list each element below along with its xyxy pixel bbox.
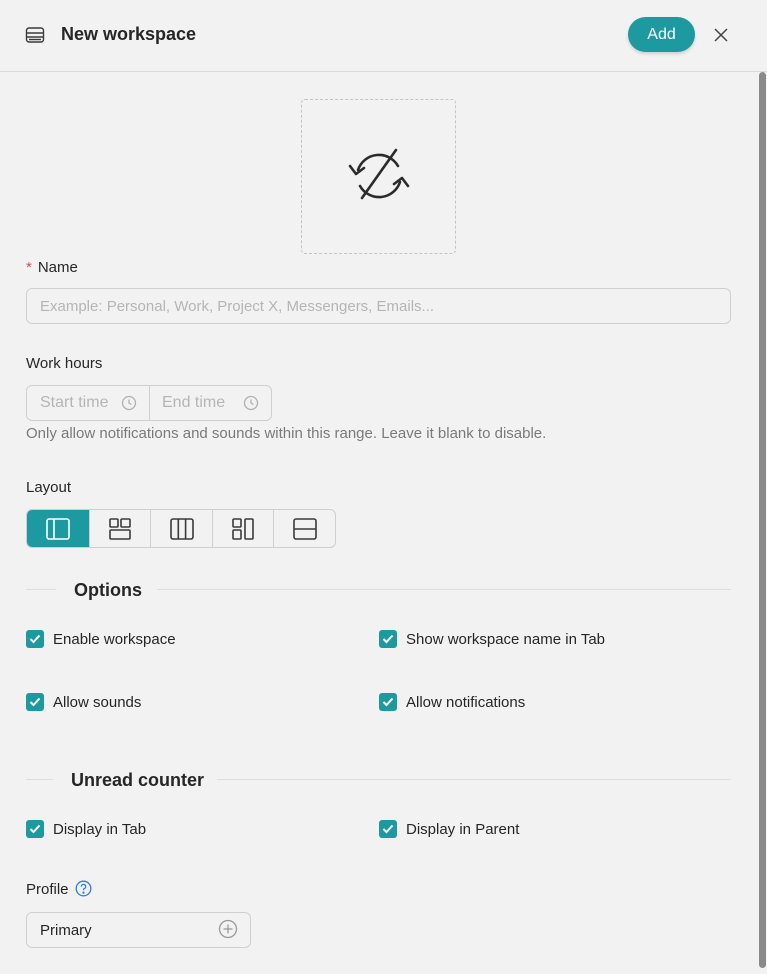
section-divider [26, 589, 56, 590]
checkbox-label: Enable workspace [53, 630, 176, 648]
work-hours-range: Start time End time [26, 385, 272, 421]
profile-label: Profile [26, 881, 69, 898]
profile-value: Primary [40, 922, 92, 939]
allow-notifications-checkbox[interactable]: Allow notifications [379, 693, 525, 711]
checkbox-label: Show workspace name in Tab [406, 630, 605, 648]
workspace-icon-picker[interactable] [301, 99, 456, 254]
layout-option-grid[interactable] [90, 510, 151, 547]
name-input[interactable] [26, 288, 731, 324]
section-divider [217, 779, 731, 780]
layout-option-sidebar[interactable] [27, 510, 90, 547]
section-divider [26, 779, 53, 780]
unread-counter-title: Unread counter [71, 770, 205, 790]
workspace-icon [25, 27, 45, 43]
enable-workspace-checkbox[interactable]: Enable workspace [26, 630, 176, 648]
clock-icon [243, 395, 259, 411]
start-time-field[interactable]: Start time [27, 386, 149, 420]
display-in-parent-checkbox[interactable]: Display in Parent [379, 820, 519, 838]
scrollbar-thumb[interactable] [759, 72, 766, 968]
dialog-title: New workspace [61, 24, 197, 44]
check-icon [29, 824, 41, 834]
layout-option-rows[interactable] [274, 510, 335, 547]
check-icon [29, 634, 41, 644]
layout-rows-icon [292, 517, 317, 540]
work-hours-helper: Only allow notifications and sounds with… [26, 425, 547, 442]
layout-option-split[interactable] [213, 510, 274, 547]
checkbox-label: Allow notifications [406, 693, 526, 711]
display-in-tab-checkbox[interactable]: Display in Tab [26, 820, 146, 838]
check-icon [382, 634, 394, 644]
plus-circle-icon[interactable] [218, 919, 238, 939]
show-name-in-tab-checkbox[interactable]: Show workspace name in Tab [379, 630, 605, 648]
section-divider [157, 589, 731, 590]
checkbox-checked[interactable] [379, 693, 397, 711]
layout-split-icon [232, 517, 254, 540]
check-icon [382, 824, 394, 834]
work-hours-label: Work hours [26, 355, 103, 372]
checkbox-label: Allow sounds [53, 693, 142, 711]
sync-disabled-icon [348, 148, 410, 200]
profile-select[interactable]: Primary [26, 912, 251, 948]
checkbox-checked[interactable] [379, 630, 397, 648]
checkbox-checked[interactable] [379, 820, 397, 838]
end-time-field[interactable]: End time [150, 386, 271, 420]
layout-sidebar-icon [46, 517, 70, 540]
dialog-header: New workspace Add [0, 0, 767, 72]
check-icon [382, 697, 394, 707]
checkbox-checked[interactable] [26, 820, 44, 838]
allow-sounds-checkbox[interactable]: Allow sounds [26, 693, 141, 711]
checkbox-label: Display in Parent [406, 820, 520, 838]
name-label: Name [37, 259, 78, 276]
layout-grid-icon [109, 517, 131, 540]
checkbox-label: Display in Tab [53, 820, 147, 838]
help-icon[interactable] [75, 880, 92, 897]
checkbox-checked[interactable] [26, 693, 44, 711]
layout-columns-icon [169, 517, 194, 540]
required-mark: * [26, 259, 32, 276]
layout-option-columns[interactable] [151, 510, 213, 547]
name-label-row: * Name [26, 259, 78, 276]
layout-selector [26, 509, 336, 548]
clock-icon [121, 395, 137, 411]
start-time-placeholder: Start time [40, 394, 109, 411]
end-time-placeholder: End time [162, 394, 226, 411]
close-icon[interactable] [712, 26, 730, 44]
add-button[interactable]: Add [628, 17, 695, 52]
layout-label: Layout [26, 479, 72, 496]
checkbox-checked[interactable] [26, 630, 44, 648]
check-icon [29, 697, 41, 707]
options-title: Options [74, 580, 142, 600]
